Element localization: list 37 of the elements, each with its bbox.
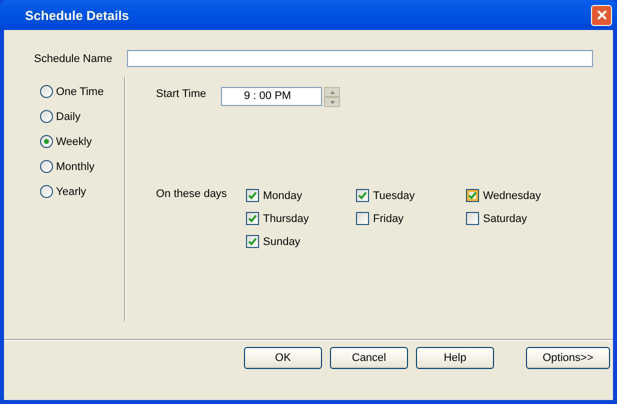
radio-button[interactable] xyxy=(40,185,53,198)
checkbox[interactable] xyxy=(356,212,369,225)
dialog-button[interactable]: OK xyxy=(244,347,322,369)
day-label: Monday xyxy=(263,190,302,202)
dialog-button[interactable]: Help xyxy=(416,347,494,369)
checkbox[interactable] xyxy=(246,235,259,248)
close-icon xyxy=(596,9,608,21)
radio-button[interactable] xyxy=(40,85,53,98)
start-time-label: Start Time xyxy=(156,87,208,100)
dialog-button[interactable]: Cancel xyxy=(330,347,408,369)
radio-label: One Time xyxy=(56,86,104,98)
radio-label: Monthly xyxy=(56,160,95,172)
radio-button[interactable] xyxy=(40,110,53,123)
day-label: Tuesday xyxy=(373,190,415,202)
day-label: Thursday xyxy=(263,212,309,224)
checkbox[interactable] xyxy=(246,212,259,225)
radio-label: Weekly xyxy=(56,136,92,148)
day-label: Wednesday xyxy=(483,190,541,202)
checkbox[interactable] xyxy=(356,189,369,202)
radio-button[interactable] xyxy=(40,160,53,173)
window-title: Schedule Details xyxy=(25,8,130,22)
options-button[interactable]: Options>> xyxy=(526,347,610,369)
up-arrow-icon xyxy=(330,90,334,94)
schedule-name-label: Schedule Name xyxy=(34,52,112,64)
time-field[interactable]: 9 : 00 PM xyxy=(221,87,322,106)
schedule-name-field[interactable] xyxy=(127,50,594,67)
checkbox[interactable] xyxy=(466,212,479,225)
checkbox[interactable] xyxy=(246,189,259,202)
day-label: Saturday xyxy=(483,212,528,224)
day-label: Sunday xyxy=(263,236,300,248)
radio-label: Yearly xyxy=(56,186,86,198)
down-arrow-icon xyxy=(330,100,334,104)
close-button[interactable] xyxy=(591,4,612,26)
day-label: Friday xyxy=(373,212,404,224)
days-label: On these days xyxy=(156,187,228,202)
radio-label: Daily xyxy=(56,110,80,122)
radio-button[interactable] xyxy=(40,135,53,148)
